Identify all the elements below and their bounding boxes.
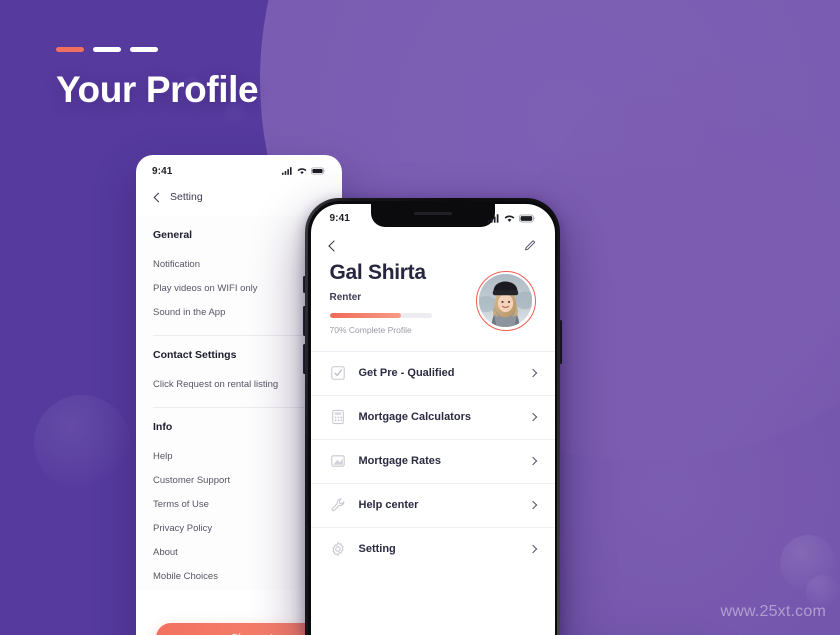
avatar-photo <box>479 274 532 327</box>
sidebar-item-play-videos-wifi[interactable]: Play videos on WIFI only <box>153 276 325 300</box>
battery-icon <box>518 214 535 222</box>
calculator-icon <box>331 409 344 425</box>
wifi-icon <box>504 215 514 222</box>
dash-accent <box>56 47 84 52</box>
profile-header: Gal Shirta Renter 70% Complete Profile <box>311 255 555 335</box>
menu-item-label: Setting <box>358 543 396 555</box>
watermark: www.25xt.com <box>720 603 826 620</box>
menu-item-label: Get Pre - Qualified <box>358 367 455 379</box>
center-phone-profile-screen: 9:41 Gal Shirta Renter 70% Complete Prof… <box>303 198 562 635</box>
menu-item-label: Help center <box>358 499 419 511</box>
sidebar-item-customer-support[interactable]: Customer Support <box>153 468 325 492</box>
dash-white-1 <box>93 47 121 52</box>
status-bar: 9:41 <box>311 204 555 229</box>
status-icons <box>282 167 326 175</box>
menu-item-mortgage-rates[interactable]: Mortgage Rates <box>310 440 555 484</box>
chevron-right-icon <box>528 544 537 554</box>
chevron-left-icon[interactable] <box>327 240 340 252</box>
battery-icon <box>311 167 326 175</box>
sidebar-item-mobile-choices[interactable]: Mobile Choices <box>153 564 325 588</box>
chevron-left-icon <box>153 192 164 202</box>
cellular-icon <box>487 213 498 223</box>
group-title: Info <box>153 421 173 433</box>
chart-icon <box>330 455 345 467</box>
gear-icon <box>331 542 344 556</box>
status-bar: 9:41 <box>136 155 342 182</box>
menu-item-setting[interactable]: Setting <box>311 528 555 571</box>
page-title: Your Profile <box>56 69 259 110</box>
menu-item-get-pre-qualified[interactable]: Get Pre - Qualified <box>310 352 555 396</box>
wifi-icon <box>297 168 307 175</box>
status-time: 9:41 <box>329 212 350 224</box>
wrench-icon <box>331 498 344 512</box>
status-time: 9:41 <box>152 165 173 177</box>
cellular-icon <box>282 167 292 175</box>
chevron-right-icon <box>528 456 537 466</box>
sidebar-item-notification[interactable]: Notification <box>153 252 325 276</box>
avatar[interactable] <box>475 270 536 331</box>
profile-nav-bar <box>311 229 555 255</box>
checklist-icon <box>330 366 345 380</box>
profile-progress-fill <box>329 312 401 318</box>
nav-title: Setting <box>170 191 203 203</box>
menu-item-help-center[interactable]: Help center <box>310 484 555 528</box>
sidebar-item-terms-of-use[interactable]: Terms of Use <box>153 492 325 516</box>
menu-item-label: Mortgage Rates <box>358 455 442 467</box>
status-icons <box>487 213 536 223</box>
headline-block: Your Profile <box>56 47 259 110</box>
chevron-right-icon <box>528 412 537 422</box>
avatar-image <box>479 274 532 327</box>
device-bezel: 9:41 Gal Shirta Renter 70% Complete Prof… <box>308 201 557 635</box>
dash-decoration <box>56 47 258 52</box>
profile-progress-bar <box>329 312 432 318</box>
group-title: Contact Settings <box>153 349 237 361</box>
dash-white-2 <box>130 47 158 52</box>
menu-item-mortgage-calculators[interactable]: Mortgage Calculators <box>310 396 555 440</box>
pencil-icon[interactable] <box>523 240 536 253</box>
bokeh-circle-left <box>34 395 130 491</box>
device-screen: 9:41 Gal Shirta Renter 70% Complete Prof… <box>310 203 555 635</box>
sidebar-item-sound-in-app[interactable]: Sound in the App <box>153 300 325 324</box>
device-frame: 9:41 Gal Shirta Renter 70% Complete Prof… <box>305 198 560 635</box>
sidebar-item-click-request[interactable]: Click Request on rental listing <box>153 372 325 396</box>
chevron-right-icon <box>528 500 537 510</box>
sidebar-item-help[interactable]: Help <box>153 444 325 468</box>
menu-item-label: Mortgage Calculators <box>358 411 471 423</box>
chevron-right-icon <box>528 368 537 378</box>
group-title: General <box>153 229 193 241</box>
sidebar-item-privacy-policy[interactable]: Privacy Policy <box>153 516 325 540</box>
sidebar-item-about[interactable]: About <box>153 540 325 564</box>
